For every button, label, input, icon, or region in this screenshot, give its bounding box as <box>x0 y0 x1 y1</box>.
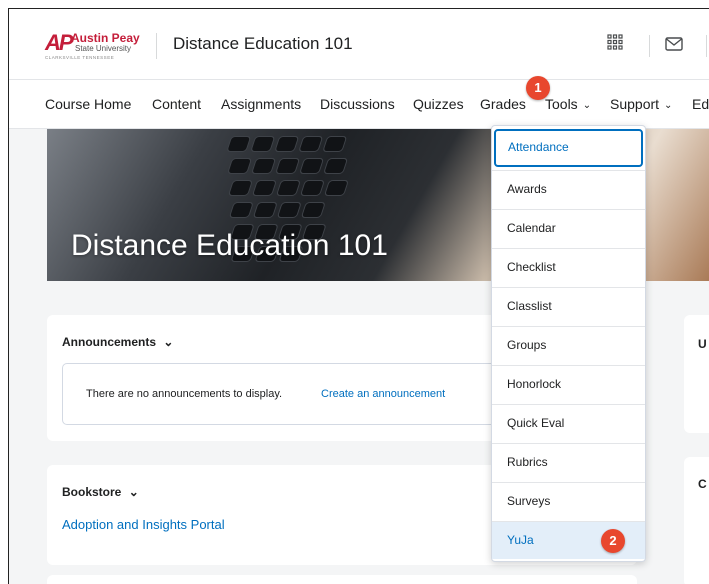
mail-icon[interactable] <box>665 37 683 51</box>
announcements-title: Announcements <box>62 335 157 349</box>
nav-assignments[interactable]: Assignments <box>221 96 301 112</box>
header-divider <box>156 33 157 59</box>
logo-city: CLARKSVILLE TENNESSEE <box>45 55 115 60</box>
menu-item-groups[interactable]: Groups <box>492 326 645 364</box>
browser-frame: AP Austin Peay State University CLARKSVI… <box>8 8 709 584</box>
nav-content[interactable]: Content <box>152 96 201 112</box>
adoption-insights-link[interactable]: Adoption and Insights Portal <box>62 517 225 532</box>
nav-support[interactable]: Support ⌄ <box>610 96 672 112</box>
nav-tools-label: Tools <box>545 96 578 112</box>
side-widget-1-title: U <box>698 337 707 351</box>
nav-discussions[interactable]: Discussions <box>320 96 395 112</box>
announcements-heading[interactable]: Announcements ⌄ <box>62 335 173 349</box>
bookstore-heading[interactable]: Bookstore ⌄ <box>62 485 139 499</box>
menu-item-quick-eval[interactable]: Quick Eval <box>492 404 645 442</box>
menu-item-calendar[interactable]: Calendar <box>492 209 645 247</box>
course-navbar: Course Home Content Assignments Discussi… <box>9 79 709 129</box>
logo-name: Austin Peay <box>71 31 140 45</box>
logo-mark: AP <box>45 30 74 55</box>
tools-dropdown-menu: Attendance Awards Calendar Checklist Cla… <box>491 125 646 562</box>
step-1-badge: 1 <box>526 76 550 100</box>
create-announcement-link[interactable]: Create an announcement <box>321 388 445 400</box>
menu-item-honorlock[interactable]: Honorlock <box>492 365 645 403</box>
nav-tools[interactable]: Tools ⌄ <box>545 96 591 112</box>
course-title[interactable]: Distance Education 101 <box>173 34 353 54</box>
header-divider <box>649 35 650 57</box>
side-widget-2: C <box>684 457 709 584</box>
university-logo[interactable]: AP Austin Peay State University CLARKSVI… <box>45 31 143 61</box>
menu-item-checklist[interactable]: Checklist <box>492 248 645 286</box>
next-widget <box>47 575 637 584</box>
side-widget-1: U <box>684 315 709 433</box>
nav-ed[interactable]: Ed <box>692 96 709 112</box>
banner-title: Distance Education 101 <box>71 229 388 262</box>
logo-subtitle: State University <box>75 44 132 53</box>
step-2-badge: 2 <box>601 529 625 553</box>
top-header: AP Austin Peay State University CLARKSVI… <box>9 9 709 79</box>
nav-course-home[interactable]: Course Home <box>45 96 131 112</box>
chevron-down-icon: ⌄ <box>582 100 592 111</box>
menu-item-rubrics[interactable]: Rubrics <box>492 443 645 481</box>
nav-support-label: Support <box>610 96 660 112</box>
side-widget-2-title: C <box>698 477 707 491</box>
menu-item-classlist[interactable]: Classlist <box>492 287 645 325</box>
chevron-down-icon: ⌄ <box>664 100 673 111</box>
menu-item-awards[interactable]: Awards <box>492 170 645 208</box>
chevron-down-icon: ⌄ <box>128 485 139 499</box>
nav-quizzes[interactable]: Quizzes <box>413 96 464 112</box>
chevron-down-icon: ⌄ <box>163 335 174 349</box>
announcements-empty-text: There are no announcements to display. <box>86 388 283 400</box>
nav-grades[interactable]: Grades <box>480 96 526 112</box>
header-divider <box>706 35 707 57</box>
menu-item-surveys[interactable]: Surveys <box>492 482 645 520</box>
grid-icon[interactable] <box>607 34 623 50</box>
bookstore-title: Bookstore <box>62 485 122 499</box>
menu-item-attendance[interactable]: Attendance <box>494 129 643 167</box>
